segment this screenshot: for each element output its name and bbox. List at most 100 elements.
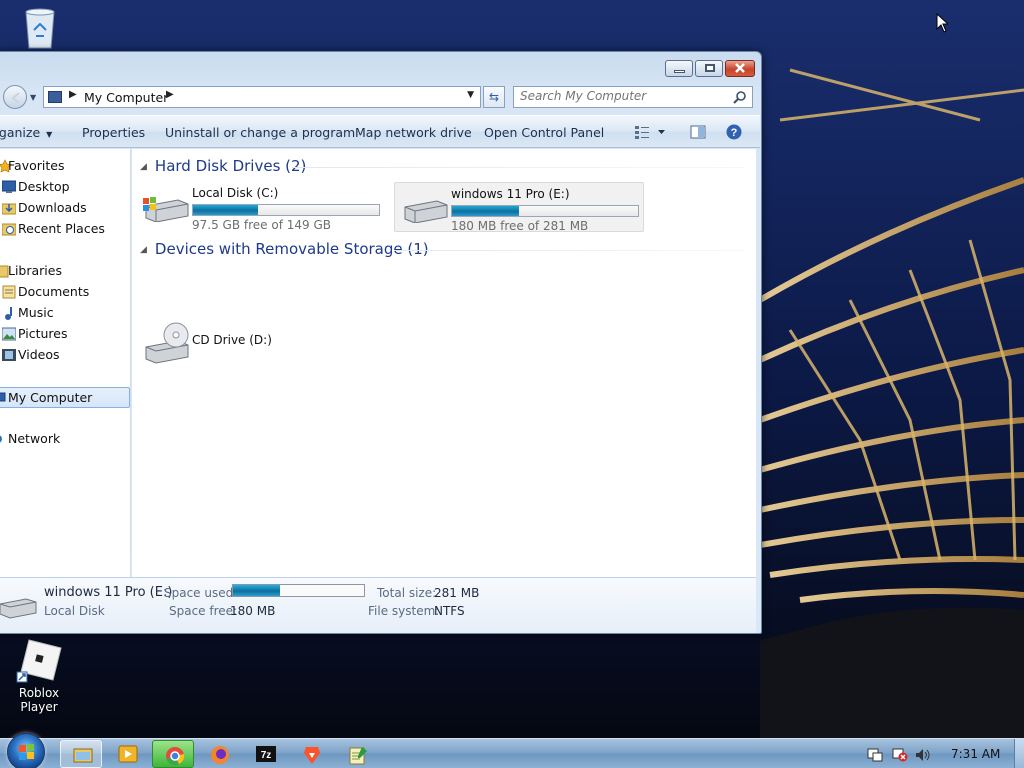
drive-local-disk-c[interactable]: Local Disk (C:) 97.5 GB free of 149 GB	[136, 182, 388, 232]
map-network-drive-button[interactable]: Map network drive	[355, 125, 472, 140]
drive-name: CD Drive (D:)	[192, 333, 272, 347]
group-divider	[292, 167, 744, 168]
details-usage-fill	[233, 585, 281, 596]
details-drive-type: Local Disk	[44, 604, 105, 618]
media-player-icon	[118, 745, 138, 763]
breadcrumb-chevron-icon[interactable]: ▶	[166, 89, 174, 100]
search-icon[interactable]	[733, 90, 747, 104]
drive-usage-fill	[193, 205, 259, 215]
hard-drive-icon	[0, 598, 37, 619]
breadcrumb-chevron-icon[interactable]: ▶	[69, 89, 77, 100]
minimize-button[interactable]	[665, 60, 693, 77]
group-divider	[394, 250, 744, 251]
nav-pictures[interactable]: Pictures	[0, 324, 130, 345]
mouse-cursor-icon	[936, 13, 948, 33]
action-center-icon[interactable]	[867, 748, 883, 762]
group-header-removable-storage[interactable]: ◢ Devices with Removable Storage (1)	[140, 240, 429, 258]
details-pane: windows 11 Pro (E:) Local Disk Space use…	[0, 577, 756, 633]
address-dropdown-icon[interactable]: ▼	[467, 90, 474, 100]
explorer-window: ▼ ▶ My Computer ▶ ▼ ⇆ rganize ▼ Propertie…	[0, 51, 762, 634]
preview-pane-icon	[690, 125, 706, 139]
computer-icon	[48, 91, 62, 103]
open-control-panel-button[interactable]: Open Control Panel	[484, 125, 604, 140]
maximize-button[interactable]	[695, 60, 723, 77]
hard-drive-icon	[404, 200, 448, 223]
address-bar[interactable]: ▶ My Computer ▶ ▼	[43, 86, 481, 108]
details-file-system-label: File system:	[368, 604, 440, 618]
address-row: ▼ ▶ My Computer ▶ ▼ ⇆	[1, 85, 755, 109]
show-desktop-button[interactable]	[1014, 739, 1024, 768]
taskbar-7zip-button[interactable]: 7z	[244, 740, 286, 768]
roblox-player-desktop-icon[interactable]: Roblox Player	[0, 638, 78, 714]
roblox-icon	[16, 639, 62, 683]
drive-cd-d[interactable]: CD Drive (D:)	[136, 317, 336, 365]
network-status-icon[interactable]	[892, 748, 908, 762]
drive-name: windows 11 Pro (E:)	[451, 187, 570, 201]
nav-label: Documents	[18, 284, 90, 299]
notepad-icon	[349, 747, 367, 765]
close-button[interactable]	[725, 60, 755, 77]
windows-drive-icon	[143, 197, 189, 222]
nav-videos[interactable]: Videos	[0, 345, 130, 366]
group-header-hard-disk-drives[interactable]: ◢ Hard Disk Drives (2)	[140, 157, 306, 175]
command-bar: rganize ▼ Properties Uninstall or change …	[0, 115, 760, 148]
network-icon	[0, 435, 2, 443]
organize-label: rganize	[0, 125, 41, 140]
change-view-button[interactable]	[634, 124, 674, 143]
drive-windows-11-pro-e[interactable]: windows 11 Pro (E:) 180 MB free of 281 M…	[394, 182, 644, 233]
nav-label: My Computer	[8, 390, 93, 405]
uninstall-program-button[interactable]: Uninstall or change a program	[165, 125, 355, 140]
desktop-icon-label: Roblox Player	[18, 686, 60, 714]
system-clock[interactable]: 7:31 AM	[951, 747, 1000, 761]
taskbar-media-player-button[interactable]	[106, 740, 148, 768]
recent-places-icon	[2, 223, 16, 236]
videos-icon	[2, 349, 16, 361]
nav-libraries[interactable]: Libraries	[0, 261, 130, 282]
details-drive-name: windows 11 Pro (E:)	[44, 585, 173, 600]
organize-menu[interactable]: rganize ▼	[0, 125, 52, 140]
volume-icon[interactable]	[915, 748, 931, 762]
start-button[interactable]	[7, 733, 45, 768]
nav-label: Recent Places	[18, 221, 105, 236]
drive-free-space: 180 MB free of 281 MB	[451, 219, 589, 233]
taskbar-chrome-button[interactable]	[152, 740, 194, 768]
back-button[interactable]	[3, 85, 27, 109]
nav-network[interactable]: Network	[0, 429, 130, 450]
taskbar-notepad-button[interactable]	[336, 740, 378, 768]
refresh-button[interactable]: ⇆	[483, 86, 505, 108]
breadcrumb-my-computer[interactable]: My Computer	[84, 90, 168, 105]
nav-downloads[interactable]: Downloads	[0, 198, 130, 219]
collapse-triangle-icon: ◢	[140, 245, 147, 255]
taskbar-explorer-button[interactable]	[60, 740, 102, 768]
svg-text:7z: 7z	[261, 750, 272, 761]
nav-desktop[interactable]: Desktop	[0, 177, 130, 198]
nav-recent-places[interactable]: Recent Places	[0, 219, 130, 240]
nav-my-computer[interactable]: My Computer	[0, 387, 130, 408]
nav-label: Videos	[18, 347, 60, 362]
drive-usage-bar	[192, 204, 380, 216]
taskbar: 7z 7:31 AM	[0, 733, 1024, 768]
nav-music[interactable]: Music	[0, 303, 130, 324]
nav-label: Desktop	[18, 179, 70, 194]
recent-pages-dropdown-icon[interactable]: ▼	[30, 93, 36, 102]
view-options-icon	[635, 126, 665, 139]
back-arrow-icon	[11, 92, 20, 104]
recycle-bin-desktop-icon[interactable]	[18, 6, 62, 52]
preview-pane-button[interactable]	[690, 124, 706, 143]
navigation-pane: Favorites Desktop Downloads Recent Place…	[0, 149, 131, 577]
properties-button[interactable]: Properties	[82, 125, 145, 140]
help-button[interactable]: ?	[726, 124, 742, 143]
caption-buttons	[663, 60, 755, 77]
taskbar-brave-button[interactable]	[290, 740, 332, 768]
details-space-free-value: 180 MB	[230, 604, 276, 618]
search-input[interactable]	[520, 89, 720, 103]
nav-favorites[interactable]: Favorites	[0, 156, 130, 177]
group-title: Devices with Removable Storage (1)	[154, 240, 429, 258]
desktop-icon	[2, 180, 16, 193]
details-total-size-label: Total size:	[377, 586, 437, 600]
taskbar-firefox-button[interactable]	[198, 740, 240, 768]
details-total-size-value: 281 MB	[434, 586, 480, 600]
collapse-triangle-icon: ◢	[140, 162, 147, 172]
nav-documents[interactable]: Documents	[0, 282, 130, 303]
search-box[interactable]	[513, 86, 753, 108]
